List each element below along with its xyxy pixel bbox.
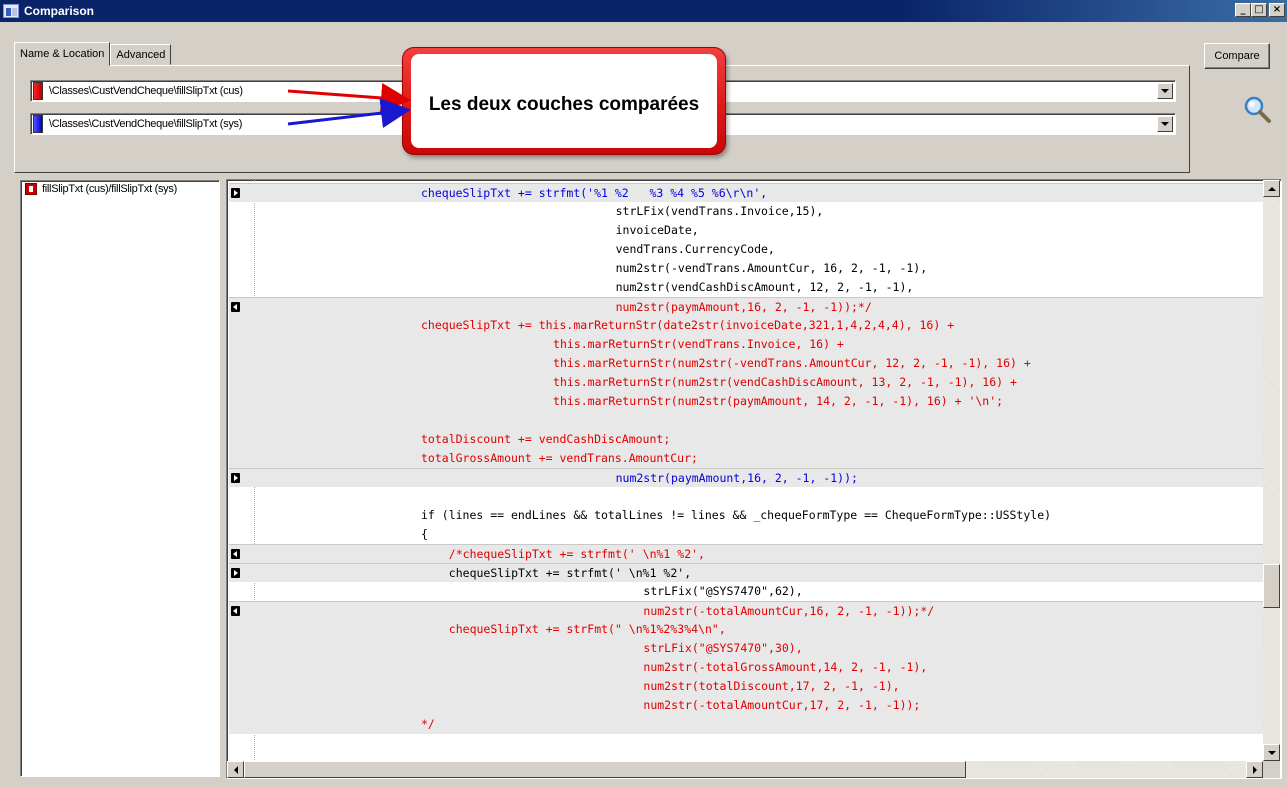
window-title: Comparison bbox=[24, 4, 95, 18]
minimize-button[interactable]: _ bbox=[1235, 3, 1251, 17]
code-line-text: totalDiscount += vendCashDiscAmount; bbox=[421, 432, 671, 446]
code-line: num2str(-totalAmountCur,17, 2, -1, -1)); bbox=[229, 696, 1263, 715]
code-line-text: num2str(vendCashDiscAmount, 12, 2, -1, -… bbox=[615, 280, 914, 294]
diff-arrow-left-icon[interactable] bbox=[231, 606, 240, 616]
code-line-text: chequeSlipTxt += this.marReturnStr(date2… bbox=[421, 318, 955, 332]
code-line: this.marReturnStr(num2str(vendCashDiscAm… bbox=[229, 373, 1263, 392]
code-line: this.marReturnStr(vendTrans.Invoice, 16)… bbox=[229, 335, 1263, 354]
code-line: chequeSlipTxt += this.marReturnStr(date2… bbox=[229, 316, 1263, 335]
callout-text: Les deux couches comparées bbox=[428, 94, 700, 115]
annotation-callout: Les deux couches comparées bbox=[402, 47, 726, 155]
diff-arrow-right-icon[interactable] bbox=[231, 568, 240, 578]
compare-button[interactable]: Compare bbox=[1204, 43, 1270, 69]
code-line: chequeSlipTxt += strFmt(" \n%1%2%3%4\n", bbox=[229, 620, 1263, 639]
code-line-text: { bbox=[421, 527, 428, 541]
code-line-text: this.marReturnStr(num2str(vendCashDiscAm… bbox=[553, 375, 1017, 389]
code-line-text: strLFix(vendTrans.Invoice,15), bbox=[615, 204, 824, 218]
scroll-right-button[interactable] bbox=[1246, 761, 1263, 778]
code-line-text: num2str(paymAmount,16, 2, -1, -1)); bbox=[615, 471, 858, 485]
code-diff-panel: chequeSlipTxt += strfmt('%1 %2 %3 %4 %5 … bbox=[226, 179, 1282, 779]
code-line: num2str(-vendTrans.AmountCur, 16, 2, -1,… bbox=[229, 259, 1263, 278]
code-line: { bbox=[229, 525, 1263, 544]
layer-color-swatch bbox=[33, 115, 43, 133]
comparison-tree: fillSlipTxt (cus)/fillSlipTxt (sys) bbox=[20, 180, 220, 777]
code-line-text: chequeSlipTxt += strFmt(" \n%1%2%3%4\n", bbox=[448, 622, 726, 636]
code-line: strLFix("@SYS7470",30), bbox=[229, 639, 1263, 658]
code-line: num2str(-totalGrossAmount,14, 2, -1, -1)… bbox=[229, 658, 1263, 677]
diff-arrow-left-icon[interactable] bbox=[231, 302, 240, 312]
code-line: num2str(-totalAmountCur,16, 2, -1, -1));… bbox=[229, 601, 1263, 620]
code-line: totalDiscount += vendCashDiscAmount; bbox=[229, 430, 1263, 449]
code-line: totalGrossAmount += vendTrans.AmountCur; bbox=[229, 449, 1263, 468]
tab-advanced[interactable]: Advanced bbox=[110, 44, 172, 65]
hscroll-thumb[interactable] bbox=[244, 761, 966, 778]
diff-arrow-left-icon[interactable] bbox=[231, 549, 240, 559]
scroll-left-button[interactable] bbox=[227, 761, 244, 778]
dropdown-arrow-icon[interactable] bbox=[1157, 116, 1173, 132]
code-line-text: num2str(-vendTrans.AmountCur, 16, 2, -1,… bbox=[615, 261, 928, 275]
tab-name-location[interactable]: Name & Location bbox=[14, 42, 111, 66]
code-line-text: this.marReturnStr(num2str(-vendTrans.Amo… bbox=[553, 356, 1031, 370]
code-line: */ bbox=[229, 715, 1263, 734]
code-line: strLFix(vendTrans.Invoice,15), bbox=[229, 202, 1263, 221]
window-controls: _ □ × bbox=[1235, 3, 1285, 17]
code-line: invoiceDate, bbox=[229, 221, 1263, 240]
code-line-text: num2str(-totalAmountCur,17, 2, -1, -1)); bbox=[643, 698, 921, 712]
code-line: /*chequeSlipTxt += strfmt(' \n%1 %2', bbox=[229, 544, 1263, 563]
vertical-scrollbar[interactable] bbox=[1263, 180, 1280, 761]
dropdown-arrow-icon[interactable] bbox=[1157, 83, 1173, 99]
code-line-text: chequeSlipTxt += strfmt('%1 %2 %3 %4 %5 … bbox=[421, 186, 768, 200]
code-line-text: num2str(totalDiscount,17, 2, -1, -1), bbox=[643, 679, 900, 693]
code-line bbox=[229, 411, 1263, 430]
code-line: strLFix("@SYS7470",62), bbox=[229, 582, 1263, 601]
scroll-down-button[interactable] bbox=[1263, 744, 1280, 761]
code-line-text: invoiceDate, bbox=[615, 223, 699, 237]
code-line-text: this.marReturnStr(num2str(paymAmount, 14… bbox=[553, 394, 1004, 408]
tree-item-label: fillSlipTxt (cus)/fillSlipTxt (sys) bbox=[42, 183, 177, 195]
scroll-thumb[interactable] bbox=[1263, 564, 1280, 608]
code-line: num2str(paymAmount,16, 2, -1, -1)); bbox=[229, 468, 1263, 487]
code-line-text: strLFix("@SYS7470",62), bbox=[643, 584, 803, 598]
code-line-text: totalGrossAmount += vendTrans.AmountCur; bbox=[421, 451, 698, 465]
magnifier-icon[interactable] bbox=[1243, 95, 1273, 125]
method-icon bbox=[25, 183, 37, 195]
tree-item[interactable]: fillSlipTxt (cus)/fillSlipTxt (sys) bbox=[25, 183, 177, 195]
code-line-text: chequeSlipTxt += strfmt(' \n%1 %2', bbox=[448, 566, 692, 580]
code-line: vendTrans.CurrencyCode, bbox=[229, 240, 1263, 259]
layer-path: \Classes\CustVendCheque\fillSlipTxt (sys… bbox=[49, 118, 243, 130]
code-line-text: strLFix("@SYS7470",30), bbox=[643, 641, 803, 655]
layer-color-swatch bbox=[33, 82, 43, 100]
code-line-text: num2str(-totalGrossAmount,14, 2, -1, -1)… bbox=[643, 660, 928, 674]
code-line-text: this.marReturnStr(vendTrans.Invoice, 16)… bbox=[553, 337, 844, 351]
tab-strip: Name & Location Advanced bbox=[14, 42, 172, 66]
horizontal-scrollbar[interactable] bbox=[227, 761, 1263, 778]
layer-path: \Classes\CustVendCheque\fillSlipTxt (cus… bbox=[49, 85, 243, 97]
code-line-text: vendTrans.CurrencyCode, bbox=[615, 242, 775, 256]
scroll-up-button[interactable] bbox=[1263, 180, 1280, 197]
code-line: this.marReturnStr(num2str(paymAmount, 14… bbox=[229, 392, 1263, 411]
code-line: chequeSlipTxt += strfmt(' \n%1 %2', bbox=[229, 563, 1263, 582]
code-line: num2str(paymAmount,16, 2, -1, -1));*/ bbox=[229, 297, 1263, 316]
title-bar: Comparison _ □ × bbox=[0, 0, 1287, 22]
code-line-text: */ bbox=[421, 717, 435, 731]
app-icon bbox=[3, 4, 19, 18]
code-line: num2str(vendCashDiscAmount, 12, 2, -1, -… bbox=[229, 278, 1263, 297]
code-line-text: num2str(paymAmount,16, 2, -1, -1));*/ bbox=[615, 300, 872, 314]
maximize-button[interactable]: □ bbox=[1251, 3, 1267, 17]
code-line: this.marReturnStr(num2str(-vendTrans.Amo… bbox=[229, 354, 1263, 373]
code-line-text: num2str(-totalAmountCur,16, 2, -1, -1));… bbox=[643, 604, 935, 618]
code-line: if (lines == endLines && totalLines != l… bbox=[229, 506, 1263, 525]
close-button[interactable]: × bbox=[1269, 3, 1285, 17]
code-line: chequeSlipTxt += strfmt('%1 %2 %3 %4 %5 … bbox=[229, 183, 1263, 202]
diff-arrow-right-icon[interactable] bbox=[231, 188, 240, 198]
scroll-corner bbox=[1263, 761, 1280, 778]
code-line-text: if (lines == endLines && totalLines != l… bbox=[421, 508, 1052, 522]
code-line: num2str(totalDiscount,17, 2, -1, -1), bbox=[229, 677, 1263, 696]
diff-arrow-right-icon[interactable] bbox=[231, 473, 240, 483]
code-line-text: /*chequeSlipTxt += strfmt(' \n%1 %2', bbox=[448, 547, 705, 561]
